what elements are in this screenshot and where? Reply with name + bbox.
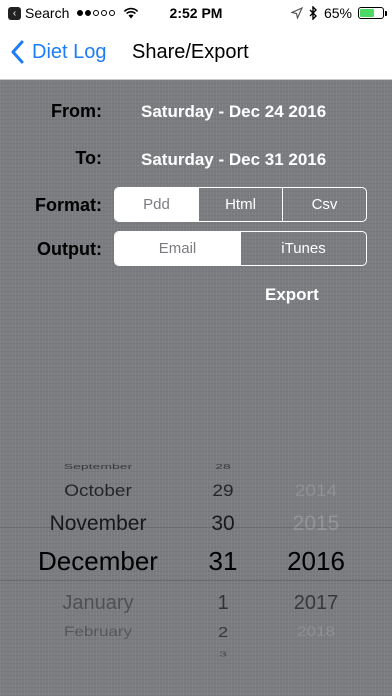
back-button-label[interactable]: Diet Log <box>32 41 107 64</box>
from-date-value[interactable]: Saturday - Dec 24 2016 <box>141 102 326 122</box>
output-label: Output: <box>37 239 102 259</box>
from-label: From: <box>51 101 102 121</box>
picker-month-item[interactable]: February <box>0 624 196 640</box>
navigation-bar: Diet Log Share/Export <box>0 28 392 80</box>
format-option-csv[interactable]: Csv <box>282 188 366 221</box>
output-option-itunes[interactable]: iTunes <box>240 232 366 265</box>
output-segmented-control[interactable]: Email iTunes <box>114 231 367 266</box>
picker-year-item[interactable]: 2015 <box>270 512 362 536</box>
chevron-left-icon <box>11 40 24 64</box>
to-label: To: <box>75 148 102 168</box>
picker-month-item[interactable]: October <box>0 483 196 502</box>
format-option-pdd[interactable]: Pdd <box>115 188 198 221</box>
picker-day-item[interactable]: 2 <box>196 624 250 641</box>
picker-day-item[interactable]: 1 <box>196 592 250 615</box>
picker-day-item[interactable]: 28 <box>196 462 250 471</box>
picker-month-item[interactable]: January <box>0 592 196 615</box>
export-button[interactable]: Export <box>265 285 319 305</box>
location-icon <box>290 7 303 19</box>
picker-month-item[interactable]: September <box>0 462 196 471</box>
picker-day-item[interactable]: 29 <box>196 483 250 502</box>
format-option-html[interactable]: Html <box>198 188 282 221</box>
picker-year-item[interactable]: 2017 <box>270 592 362 615</box>
picker-month-selected[interactable]: December <box>0 546 196 577</box>
picker-day-item[interactable]: 30 <box>196 512 250 536</box>
picker-year-item[interactable]: 2014 <box>270 483 362 502</box>
status-bar: ‹ Search 2:52 PM 65% <box>0 0 392 28</box>
export-form: From: Saturday - Dec 24 2016 To: Saturda… <box>0 80 392 696</box>
format-label: Format: <box>35 195 102 215</box>
picker-day-item[interactable]: 3 <box>196 650 250 658</box>
picker-day-selected[interactable]: 31 <box>196 546 250 577</box>
battery-percentage: 65% <box>323 5 352 21</box>
picker-month-item[interactable]: November <box>0 512 196 536</box>
picker-year-selected[interactable]: 2016 <box>270 546 362 577</box>
format-segmented-control[interactable]: Pdd Html Csv <box>114 187 367 222</box>
page-title: Share/Export <box>132 41 249 63</box>
picker-selection-bottom-line <box>0 580 392 581</box>
picker-year-item[interactable]: 2018 <box>270 624 362 640</box>
bluetooth-icon <box>309 6 317 20</box>
battery-icon <box>358 7 387 19</box>
to-date-value[interactable]: Saturday - Dec 31 2016 <box>141 150 326 170</box>
output-option-email[interactable]: Email <box>115 232 240 265</box>
status-right: 65% <box>290 5 387 21</box>
date-picker[interactable]: September October November December Janu… <box>0 450 392 696</box>
back-button[interactable]: Diet Log <box>10 40 107 64</box>
